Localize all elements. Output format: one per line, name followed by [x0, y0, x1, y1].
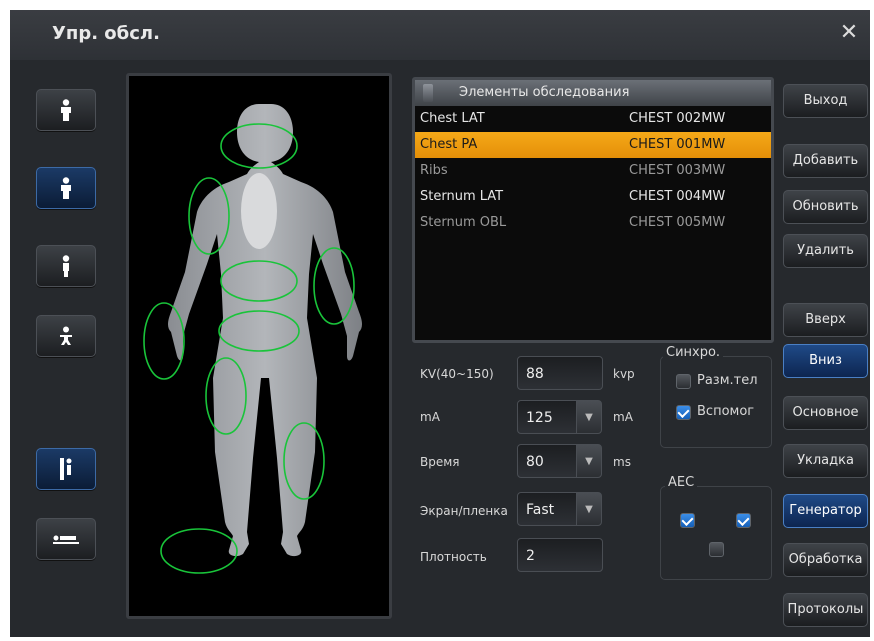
aux-checkbox[interactable] — [676, 405, 691, 420]
generator-tab-button[interactable]: Генератор — [783, 494, 868, 528]
chevron-down-icon[interactable]: ▼ — [576, 400, 602, 434]
processing-tab-button[interactable]: Обработка — [783, 543, 868, 577]
delete-button[interactable]: Удалить — [783, 234, 868, 268]
aec-group — [660, 486, 772, 580]
list-item-selected[interactable]: Chest PA CHEST 001MW — [415, 132, 771, 158]
move-down-button[interactable]: Вниз — [783, 344, 868, 378]
exam-code: CHEST 005MW — [629, 215, 726, 230]
time-label: Время — [420, 455, 460, 469]
update-button[interactable]: Обновить — [783, 190, 868, 224]
exam-management-window: Упр. обсл. ✕ Элементы обследования Chest… — [10, 10, 870, 637]
body-size-label: Разм.тел — [697, 373, 758, 388]
person-side-icon[interactable] — [36, 245, 96, 287]
add-button[interactable]: Добавить — [783, 144, 868, 178]
aec-center-checkbox[interactable] — [709, 542, 724, 557]
ma-unit: mA — [613, 410, 633, 424]
time-unit: ms — [613, 455, 631, 469]
aec-right-checkbox[interactable] — [736, 513, 751, 528]
list-item[interactable]: Sternum LAT CHEST 004MW — [415, 184, 771, 210]
kv-unit: kvp — [613, 367, 635, 381]
table-bucky-icon[interactable] — [36, 518, 96, 560]
window-title: Упр. обсл. — [52, 23, 160, 44]
aec-title: AEC — [665, 475, 698, 490]
aec-left-checkbox[interactable] — [680, 513, 695, 528]
time-select[interactable]: 80 — [517, 444, 577, 478]
exam-name: Sternum OBL — [420, 215, 507, 230]
chevron-down-icon[interactable]: ▼ — [576, 492, 602, 526]
density-label: Плотность — [420, 550, 487, 564]
sync-title: Синхро. — [663, 345, 724, 360]
kv-label: KV(40~150) — [420, 367, 494, 381]
density-input[interactable]: 2 — [517, 538, 603, 572]
chevron-down-icon[interactable]: ▼ — [576, 444, 602, 478]
person-front-icon[interactable] — [36, 167, 96, 209]
exam-name: Sternum LAT — [420, 189, 504, 204]
ma-select[interactable]: 125 — [517, 400, 577, 434]
child-icon[interactable] — [36, 315, 96, 357]
exam-code: CHEST 003MW — [629, 163, 726, 178]
list-header: Элементы обследования — [415, 80, 771, 106]
exam-name: Ribs — [420, 163, 448, 178]
close-icon[interactable]: ✕ — [836, 20, 862, 46]
exam-name: Chest PA — [420, 137, 478, 152]
exam-items-list: Элементы обследования Chest LAT CHEST 00… — [412, 77, 774, 343]
protocols-tab-button[interactable]: Протоколы — [783, 593, 868, 627]
exam-name: Chest LAT — [420, 111, 485, 126]
exam-code: CHEST 002MW — [629, 111, 726, 126]
stand-bucky-icon[interactable] — [36, 448, 96, 490]
window-body: Элементы обследования Chest LAT CHEST 00… — [10, 60, 870, 637]
list-item[interactable]: Sternum OBL CHEST 005MW — [415, 210, 771, 236]
exam-code: CHEST 001MW — [629, 137, 726, 152]
ma-label: mA — [420, 410, 440, 424]
sync-group — [660, 356, 772, 448]
aux-label: Вспомог — [697, 404, 755, 419]
positioning-tab-button[interactable]: Укладка — [783, 444, 868, 478]
anatomy-panel — [126, 73, 392, 619]
kv-input[interactable]: 88 — [517, 356, 603, 390]
body-figure — [143, 104, 362, 574]
exam-code: CHEST 004MW — [629, 189, 726, 204]
move-up-button[interactable]: Вверх — [783, 303, 868, 337]
exit-button[interactable]: Выход — [783, 84, 868, 118]
body-size-checkbox[interactable] — [676, 374, 691, 389]
list-item[interactable]: Ribs CHEST 003MW — [415, 158, 771, 184]
list-item[interactable]: Chest LAT CHEST 002MW — [415, 106, 771, 132]
basic-tab-button[interactable]: Основное — [783, 396, 868, 430]
title-bar: Упр. обсл. ✕ — [10, 10, 870, 61]
screen-label: Экран/пленка — [420, 504, 508, 518]
person-front-icon[interactable] — [36, 89, 96, 131]
screen-select[interactable]: Fast — [517, 492, 577, 526]
